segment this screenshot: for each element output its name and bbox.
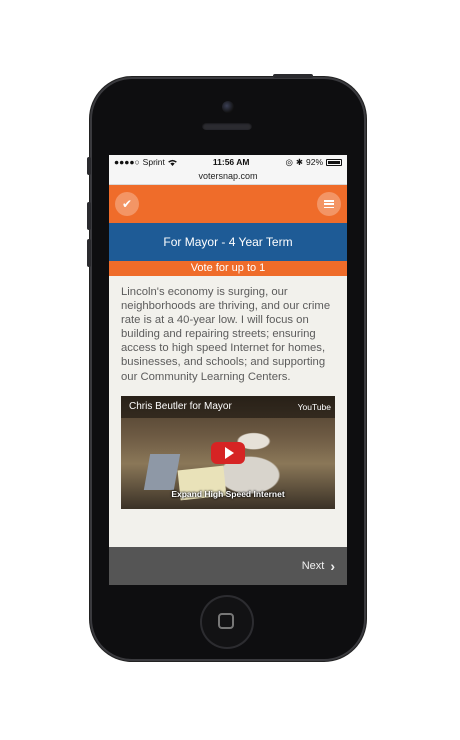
home-button[interactable] [200,595,254,649]
play-icon [224,446,234,459]
thumbnail-laptop [143,453,181,490]
url-bar[interactable]: votersnap.com [109,169,347,185]
chevron-right-icon[interactable]: › [330,558,335,574]
lock-rotation-icon: ◎ [285,156,293,167]
menu-icon [324,200,334,208]
phone-screen: ●●●●○ Sprint 11:56 AM ◎ ✱ 92% votersnap.… [109,155,347,585]
checkmark-button[interactable]: ✔ [115,192,139,216]
youtube-logo[interactable]: YouTube [298,396,331,418]
earpiece-speaker [202,122,252,130]
wifi-icon [168,159,177,166]
footer-bar: Next › [109,547,347,585]
volume-up-button [87,202,91,230]
video-caption: Expand High Speed Internet [171,488,285,499]
status-bar: ●●●●○ Sprint 11:56 AM ◎ ✱ 92% [109,155,347,169]
app-header: ✔ [109,185,347,223]
battery-icon [326,158,342,166]
volume-down-button [87,239,91,267]
play-button[interactable] [211,441,245,464]
battery-percent: 92% [305,157,323,167]
carrier-name: Sprint [142,157,165,167]
vote-instruction: Vote for up to 1 [109,261,347,276]
home-square-icon [218,613,234,629]
power-button [273,74,313,78]
checkmark-icon: ✔ [121,197,133,211]
race-title: For Mayor - 4 Year Term [109,223,347,261]
candidate-statement: Lincoln's economy is surging, our neighb… [121,286,331,383]
next-button-label[interactable]: Next [302,560,325,572]
phone-frame: ●●●●○ Sprint 11:56 AM ◎ ✱ 92% votersnap.… [87,74,366,661]
video-player[interactable]: Chris Beutler for Mayor YouTube Expand H… [121,395,335,509]
front-camera [222,101,234,113]
menu-button[interactable] [317,192,341,216]
signal-strength: ●●●●○ [114,157,140,167]
clock: 11:56 AM [212,157,250,167]
bluetooth-icon: ✱ [295,156,303,167]
mute-switch [87,157,91,175]
